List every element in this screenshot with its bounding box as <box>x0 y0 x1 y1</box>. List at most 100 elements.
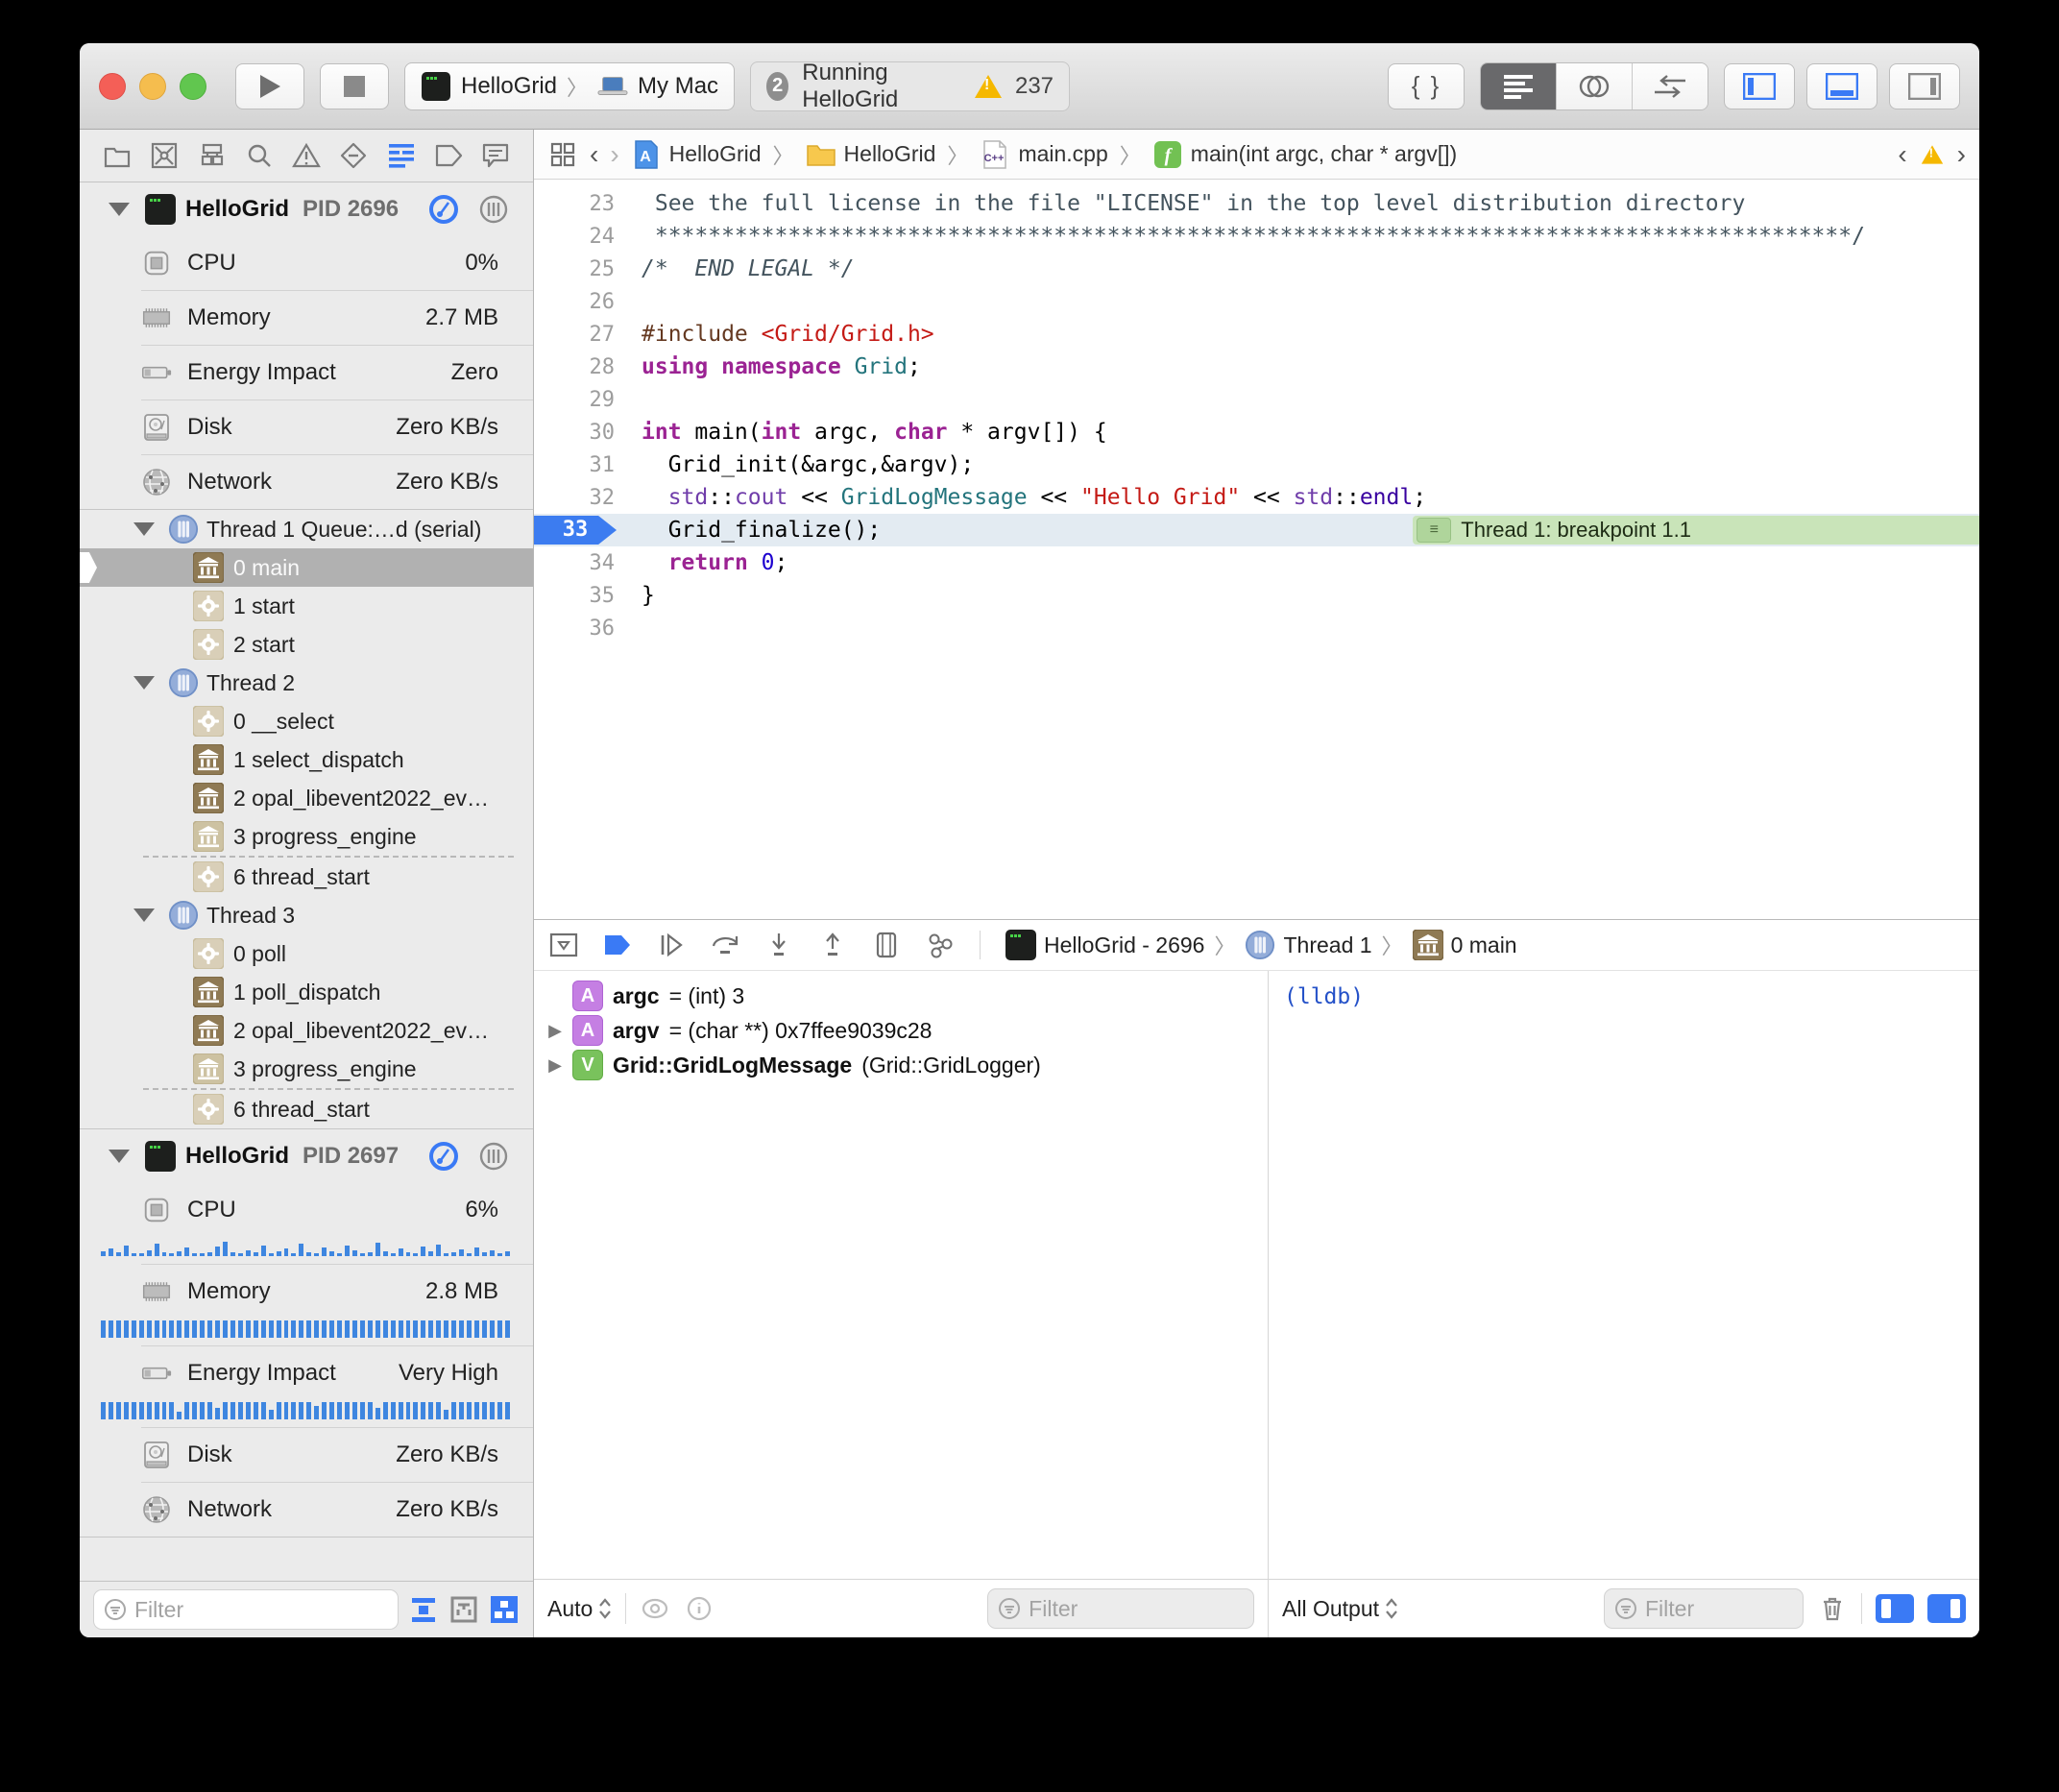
assistant-editor-button[interactable] <box>1557 63 1633 109</box>
stack-frame-row[interactable]: 0 __select <box>80 702 533 740</box>
filter-debug-symbols-button[interactable] <box>448 1594 479 1625</box>
navigator-tab-symbols[interactable] <box>196 139 229 172</box>
variables-scope-popup[interactable]: Auto <box>547 1596 612 1622</box>
console-filter-field[interactable]: Filter <box>1604 1588 1804 1629</box>
disclosure-triangle-icon[interactable]: ▶ <box>547 1055 563 1076</box>
minimize-window-button[interactable] <box>139 73 166 100</box>
warning-count[interactable]: 237 <box>1015 73 1054 100</box>
line-number[interactable]: 32 <box>534 486 615 510</box>
toggle-inspector-button[interactable] <box>1889 63 1960 109</box>
line-number[interactable]: 25 <box>534 257 615 281</box>
zoom-window-button[interactable] <box>180 73 206 100</box>
code-line[interactable]: 32 std::cout << GridLogMessage << "Hello… <box>534 481 1979 514</box>
line-number[interactable]: 29 <box>534 388 615 412</box>
variables-view[interactable]: A argc = (int) 3▶ A argv = (char **) 0x7… <box>534 971 1269 1579</box>
version-editor-button[interactable] <box>1633 63 1708 109</box>
console-view[interactable]: (lldb) <box>1269 971 1979 1579</box>
go-forward-button[interactable]: › <box>610 141 618 168</box>
gauge-row-cpu[interactable]: CPU 0% <box>80 236 533 290</box>
source-editor[interactable]: 23 See the full license in the file "LIC… <box>534 180 1979 919</box>
navigator-tab-project[interactable] <box>101 139 133 172</box>
disclosure-triangle-icon[interactable] <box>133 908 155 922</box>
navigator-tab-issues[interactable] <box>290 139 323 172</box>
stack-frame-row[interactable]: 1 start <box>80 587 533 625</box>
code-line[interactable]: 29 <box>534 383 1979 416</box>
step-into-button[interactable] <box>764 931 793 959</box>
line-number[interactable]: 30 <box>534 421 615 445</box>
profile-gauge-button[interactable] <box>427 193 460 226</box>
code-line[interactable]: 30int main(int argc, char * argv[]) { <box>534 416 1979 448</box>
process-row[interactable]: HelloGrid PID 2697 <box>80 1129 533 1183</box>
code-line[interactable]: 28using namespace Grid; <box>534 351 1979 383</box>
go-back-button[interactable]: ‹ <box>590 141 598 168</box>
profile-gauge-button[interactable] <box>427 1140 460 1173</box>
gauge-row-memory[interactable]: Memory 2.8 MB <box>80 1265 533 1338</box>
gauge-row-network[interactable]: Network Zero KB/s <box>80 1483 533 1537</box>
thread-view-button[interactable] <box>477 1140 510 1173</box>
navigator-tab-reports[interactable] <box>479 139 512 172</box>
process-row[interactable]: HelloGrid PID 2696 <box>80 182 533 236</box>
code-line[interactable]: 26 <box>534 285 1979 318</box>
jumpbar-item[interactable]: fmain(int argc, char * argv[]) <box>1152 139 1457 170</box>
stack-frame-row[interactable]: 2 opal_libevent2022_ev… <box>80 1011 533 1050</box>
line-number[interactable]: 26 <box>534 290 615 314</box>
code-line[interactable]: 24 *************************************… <box>534 220 1979 253</box>
code-line[interactable]: 23 See the full license in the file "LIC… <box>534 187 1979 220</box>
line-number[interactable]: 28 <box>534 355 615 379</box>
disclosure-triangle-icon[interactable] <box>109 203 130 216</box>
gauge-row-disk[interactable]: Disk Zero KB/s <box>80 1428 533 1482</box>
debug-breadcrumb-item[interactable]: 0 main <box>1413 930 1517 960</box>
debug-breadcrumb-item[interactable]: Thread 1 <box>1245 930 1371 960</box>
disclosure-triangle-icon[interactable]: ▶ <box>547 1021 563 1041</box>
run-button[interactable] <box>235 63 304 109</box>
thread-row[interactable]: Thread 1 Queue:…d (serial) <box>80 510 533 548</box>
close-window-button[interactable] <box>99 73 126 100</box>
stack-frame-row[interactable]: 6 thread_start <box>80 858 533 896</box>
line-number[interactable]: 23 <box>534 192 615 216</box>
info-button[interactable] <box>684 1593 715 1624</box>
breakpoints-toggle-button[interactable] <box>603 931 632 959</box>
jumpbar-item[interactable]: C++main.cpp <box>980 139 1107 170</box>
stack-frame-row[interactable]: 2 opal_libevent2022_ev… <box>80 779 533 817</box>
toggle-navigator-button[interactable] <box>1724 63 1795 109</box>
code-line[interactable]: 31 Grid_init(&argc,&argv); <box>534 448 1979 481</box>
code-line[interactable]: 27#include <Grid/Grid.h> <box>534 318 1979 351</box>
stack-frame-row[interactable]: 3 progress_engine <box>80 1050 533 1088</box>
jumpbar-item[interactable]: AHelloGrid <box>631 139 762 170</box>
navigator-filter-field[interactable]: Filter <box>93 1589 399 1630</box>
gauge-row-energy-impact[interactable]: Energy Impact Zero <box>80 346 533 400</box>
show-variables-view-button[interactable] <box>1876 1594 1914 1623</box>
jumpbar-item[interactable]: HelloGrid <box>806 139 936 170</box>
code-line[interactable]: 25/* END LEGAL */ <box>534 253 1979 285</box>
variables-filter-field[interactable]: Filter <box>987 1588 1254 1629</box>
line-number[interactable]: 27 <box>534 323 615 347</box>
navigator-tab-source-control[interactable] <box>148 139 181 172</box>
line-number[interactable]: 31 <box>534 453 615 477</box>
code-review-button[interactable]: { } <box>1388 63 1465 109</box>
debug-breadcrumb-item[interactable]: HelloGrid - 2696 <box>1005 930 1204 960</box>
step-over-button[interactable] <box>711 931 739 959</box>
quick-look-button[interactable] <box>640 1593 670 1624</box>
continue-button[interactable] <box>657 931 686 959</box>
standard-editor-button[interactable] <box>1481 63 1557 109</box>
code-line[interactable]: 35} <box>534 579 1979 612</box>
view-hierarchy-button[interactable] <box>872 931 901 959</box>
disclosure-triangle-icon[interactable] <box>109 1150 130 1163</box>
navigator-tab-tests[interactable] <box>337 139 370 172</box>
memory-graph-button[interactable] <box>926 931 955 959</box>
related-items-icon[interactable] <box>547 139 578 170</box>
variable-row[interactable]: A argc = (int) 3 <box>534 979 1268 1013</box>
line-number[interactable]: 35 <box>534 584 615 608</box>
breakpoint-marker[interactable]: 33 <box>534 516 617 545</box>
variable-row[interactable]: ▶ V Grid::GridLogMessage (Grid::GridLogg… <box>534 1048 1268 1082</box>
gauge-row-network[interactable]: Network Zero KB/s <box>80 455 533 509</box>
line-number[interactable]: 24 <box>534 225 615 249</box>
gauge-row-disk[interactable]: Disk Zero KB/s <box>80 400 533 454</box>
stack-frame-row[interactable]: 3 progress_engine <box>80 817 533 856</box>
view-mode-button[interactable] <box>489 1594 520 1625</box>
navigator-tab-debug[interactable] <box>385 139 418 172</box>
stack-frame-row[interactable]: 2 start <box>80 625 533 664</box>
code-line[interactable]: 34 return 0; <box>534 546 1979 579</box>
next-issue-button[interactable]: › <box>1957 141 1966 168</box>
stack-frame-row[interactable]: 1 select_dispatch <box>80 740 533 779</box>
